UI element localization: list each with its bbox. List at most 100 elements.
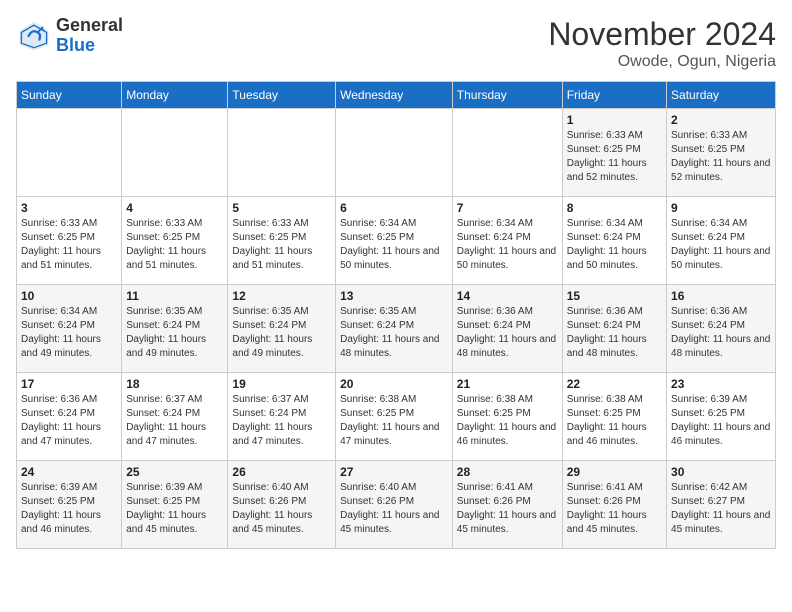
day-detail: Sunrise: 6:33 AM Sunset: 6:25 PM Dayligh… [21,217,117,273]
calendar-cell: 4 Sunrise: 6:33 AM Sunset: 6:25 PM Daylig… [122,197,228,285]
day-number: 17 [21,377,117,391]
logo-general: General [56,15,123,35]
col-saturday: Saturday [667,82,776,109]
day-detail: Sunrise: 6:41 AM Sunset: 6:26 PM Dayligh… [567,481,662,537]
calendar-cell [17,109,122,197]
calendar-cell: 12Sunrise: 6:35 AM Sunset: 6:24 PM Dayli… [228,285,336,373]
logo-icon [16,18,52,54]
day-detail: Sunrise: 6:39 AM Sunset: 6:25 PM Dayligh… [21,481,117,537]
day-number: 28 [457,465,558,479]
day-detail: Sunrise: 6:33 AM Sunset: 6:25 PM Dayligh… [567,129,662,185]
day-number: 25 [126,465,223,479]
calendar-cell: 14Sunrise: 6:36 AM Sunset: 6:24 PM Dayli… [452,285,562,373]
day-detail: Sunrise: 6:39 AM Sunset: 6:25 PM Dayligh… [126,481,223,537]
day-detail: Sunrise: 6:38 AM Sunset: 6:25 PM Dayligh… [457,393,558,449]
month-title: November 2024 [548,16,776,53]
calendar-cell: 21 Sunrise: 6:38 AM Sunset: 6:25 PM Dayli… [452,373,562,461]
day-detail: Sunrise: 6:36 AM Sunset: 6:24 PM Dayligh… [671,305,771,361]
day-number: 18 [126,377,223,391]
calendar-cell: 19 Sunrise: 6:37 AM Sunset: 6:24 PM Dayli… [228,373,336,461]
day-detail: Sunrise: 6:39 AM Sunset: 6:25 PM Dayligh… [671,393,771,449]
calendar-cell: 23Sunrise: 6:39 AM Sunset: 6:25 PM Dayli… [667,373,776,461]
day-detail: Sunrise: 6:35 AM Sunset: 6:24 PM Dayligh… [126,305,223,361]
calendar-cell: 10Sunrise: 6:34 AM Sunset: 6:24 PM Dayli… [17,285,122,373]
calendar-cell: 20 Sunrise: 6:38 AM Sunset: 6:25 PM Dayli… [336,373,453,461]
calendar-cell: 22Sunrise: 6:38 AM Sunset: 6:25 PM Dayli… [562,373,666,461]
calendar-header: Sunday Monday Tuesday Wednesday Thursday… [17,82,776,109]
day-detail: Sunrise: 6:37 AM Sunset: 6:24 PM Dayligh… [126,393,223,449]
day-number: 11 [126,289,223,303]
calendar-week-2: 3Sunrise: 6:33 AM Sunset: 6:25 PM Daylig… [17,197,776,285]
calendar-cell: 27Sunrise: 6:40 AM Sunset: 6:26 PM Dayli… [336,461,453,549]
day-detail: Sunrise: 6:42 AM Sunset: 6:27 PM Dayligh… [671,481,771,537]
calendar-table: Sunday Monday Tuesday Wednesday Thursday… [16,81,776,549]
day-detail: Sunrise: 6:41 AM Sunset: 6:26 PM Dayligh… [457,481,558,537]
location: Owode, Ogun, Nigeria [548,53,776,71]
calendar-cell: 24Sunrise: 6:39 AM Sunset: 6:25 PM Dayli… [17,461,122,549]
day-detail: Sunrise: 6:34 AM Sunset: 6:24 PM Dayligh… [21,305,117,361]
day-number: 30 [671,465,771,479]
calendar-cell: 13 Sunrise: 6:35 AM Sunset: 6:24 PM Dayli… [336,285,453,373]
day-number: 20 [340,377,448,391]
day-detail: Sunrise: 6:36 AM Sunset: 6:24 PM Dayligh… [567,305,662,361]
calendar-week-1: 1Sunrise: 6:33 AM Sunset: 6:25 PM Daylig… [17,109,776,197]
day-detail: Sunrise: 6:35 AM Sunset: 6:24 PM Dayligh… [340,305,448,361]
calendar-cell: 28 Sunrise: 6:41 AM Sunset: 6:26 PM Dayli… [452,461,562,549]
day-detail: Sunrise: 6:33 AM Sunset: 6:25 PM Dayligh… [671,129,771,185]
page-header: General Blue November 2024 Owode, Ogun, … [16,16,776,71]
day-detail: Sunrise: 6:36 AM Sunset: 6:24 PM Dayligh… [21,393,117,449]
calendar-cell [122,109,228,197]
day-number: 13 [340,289,448,303]
calendar-cell: 17 Sunrise: 6:36 AM Sunset: 6:24 PM Dayli… [17,373,122,461]
day-number: 4 [126,201,223,215]
calendar-cell: 7 Sunrise: 6:34 AM Sunset: 6:24 PM Daylig… [452,197,562,285]
logo: General Blue [16,16,123,56]
day-detail: Sunrise: 6:34 AM Sunset: 6:24 PM Dayligh… [567,217,662,273]
calendar-cell [336,109,453,197]
calendar-cell: 30 Sunrise: 6:42 AM Sunset: 6:27 PM Dayli… [667,461,776,549]
calendar-cell [228,109,336,197]
day-detail: Sunrise: 6:40 AM Sunset: 6:26 PM Dayligh… [340,481,448,537]
day-detail: Sunrise: 6:34 AM Sunset: 6:24 PM Dayligh… [671,217,771,273]
day-number: 15 [567,289,662,303]
day-number: 8 [567,201,662,215]
col-wednesday: Wednesday [336,82,453,109]
calendar-cell: 18 Sunrise: 6:37 AM Sunset: 6:24 PM Dayli… [122,373,228,461]
calendar-cell [452,109,562,197]
calendar-cell: 1Sunrise: 6:33 AM Sunset: 6:25 PM Daylig… [562,109,666,197]
day-number: 26 [232,465,331,479]
calendar-week-4: 17 Sunrise: 6:36 AM Sunset: 6:24 PM Dayli… [17,373,776,461]
logo-text: General Blue [56,16,123,56]
logo-blue: Blue [56,35,95,55]
day-number: 9 [671,201,771,215]
calendar-cell: 15 Sunrise: 6:36 AM Sunset: 6:24 PM Dayli… [562,285,666,373]
day-number: 6 [340,201,448,215]
calendar-cell: 16 Sunrise: 6:36 AM Sunset: 6:24 PM Dayli… [667,285,776,373]
day-detail: Sunrise: 6:33 AM Sunset: 6:25 PM Dayligh… [232,217,331,273]
day-number: 19 [232,377,331,391]
calendar-cell: 29 Sunrise: 6:41 AM Sunset: 6:26 PM Dayli… [562,461,666,549]
col-monday: Monday [122,82,228,109]
day-detail: Sunrise: 6:38 AM Sunset: 6:25 PM Dayligh… [340,393,448,449]
day-detail: Sunrise: 6:35 AM Sunset: 6:24 PM Dayligh… [232,305,331,361]
day-detail: Sunrise: 6:33 AM Sunset: 6:25 PM Dayligh… [126,217,223,273]
day-number: 21 [457,377,558,391]
day-number: 2 [671,113,771,127]
day-detail: Sunrise: 6:37 AM Sunset: 6:24 PM Dayligh… [232,393,331,449]
day-number: 22 [567,377,662,391]
day-detail: Sunrise: 6:34 AM Sunset: 6:24 PM Dayligh… [457,217,558,273]
calendar-cell: 8 Sunrise: 6:34 AM Sunset: 6:24 PM Daylig… [562,197,666,285]
calendar-cell: 6 Sunrise: 6:34 AM Sunset: 6:25 PM Daylig… [336,197,453,285]
title-block: November 2024 Owode, Ogun, Nigeria [548,16,776,71]
day-number: 16 [671,289,771,303]
header-row: Sunday Monday Tuesday Wednesday Thursday… [17,82,776,109]
col-thursday: Thursday [452,82,562,109]
calendar-cell: 2 Sunrise: 6:33 AM Sunset: 6:25 PM Daylig… [667,109,776,197]
day-detail: Sunrise: 6:36 AM Sunset: 6:24 PM Dayligh… [457,305,558,361]
calendar-cell: 26Sunrise: 6:40 AM Sunset: 6:26 PM Dayli… [228,461,336,549]
day-number: 29 [567,465,662,479]
day-number: 5 [232,201,331,215]
day-number: 7 [457,201,558,215]
day-detail: Sunrise: 6:34 AM Sunset: 6:25 PM Dayligh… [340,217,448,273]
col-sunday: Sunday [17,82,122,109]
